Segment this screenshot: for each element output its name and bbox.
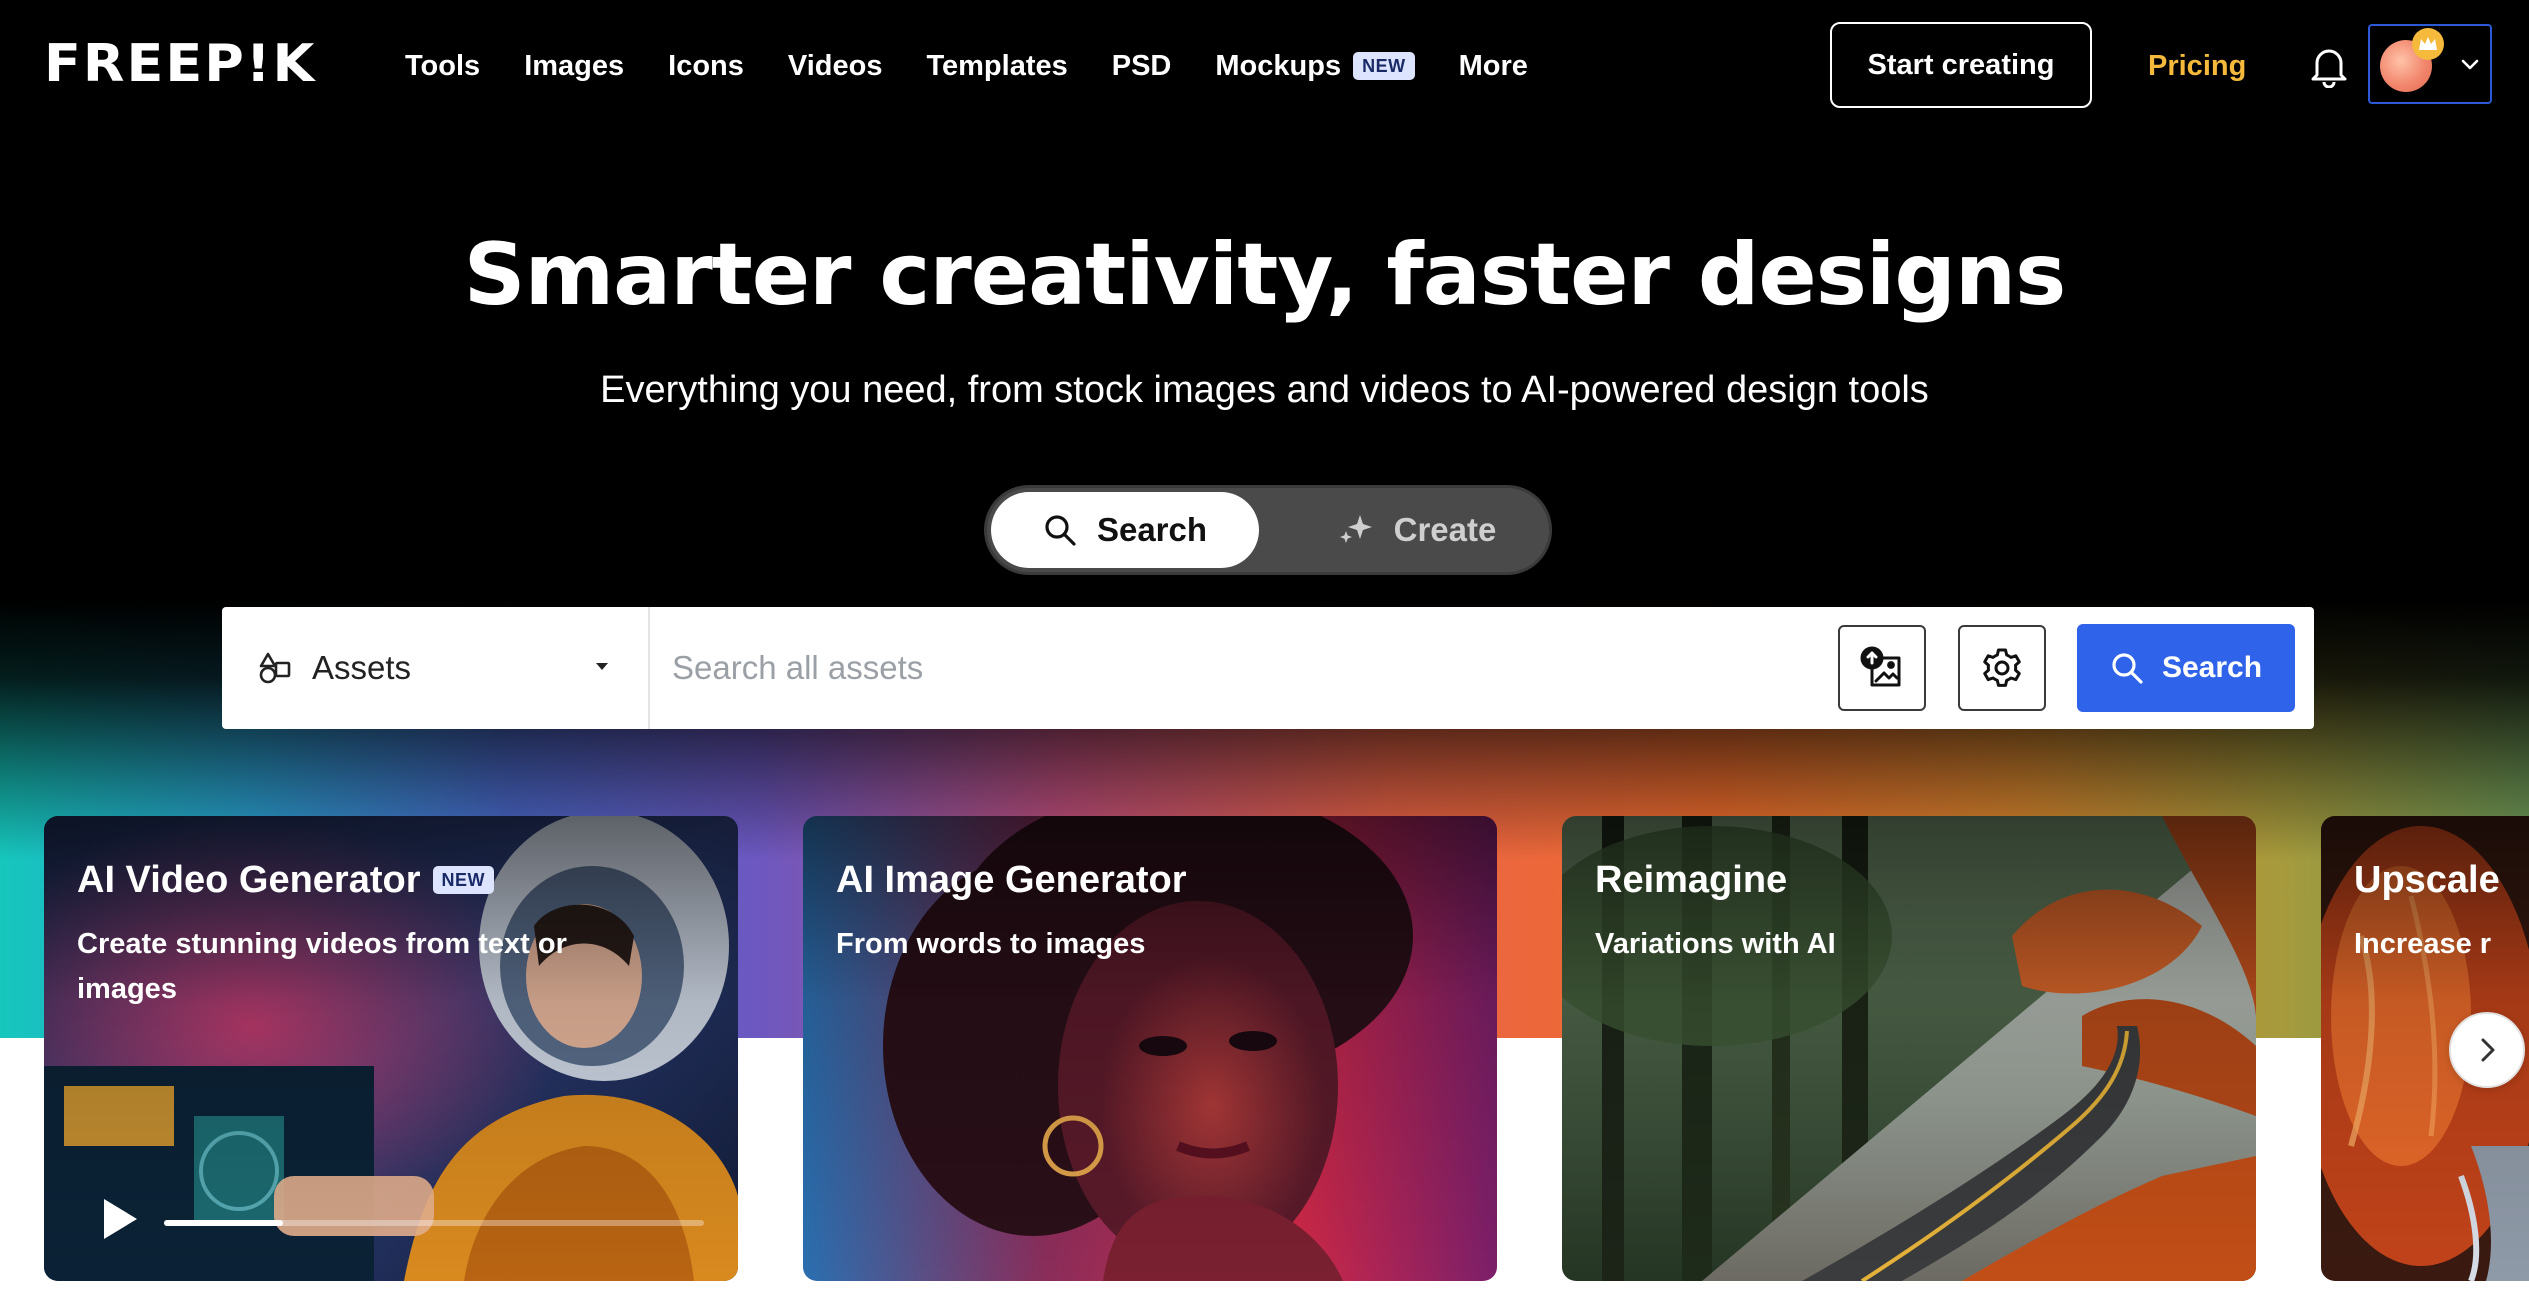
card-title: AI Video Generator NEW: [77, 856, 495, 904]
card-description: Increase r: [2354, 928, 2492, 960]
hero-subtitle: Everything you need, from stock images a…: [600, 369, 1929, 411]
start-creating-button[interactable]: Start creating: [1830, 22, 2092, 108]
nav-links: Tools Images Icons Videos Templates PSD …: [405, 42, 1572, 90]
nav-images-label: Images: [524, 50, 625, 82]
hero-title: Smarter creativity, faster designs: [463, 225, 2067, 325]
tab-create[interactable]: Create: [1297, 492, 1537, 568]
image-upload-icon: [1860, 646, 1901, 687]
card-title: AI Image Generator: [836, 856, 1187, 904]
caret-down-icon: [596, 663, 608, 670]
nav-icons-label: Icons: [668, 50, 744, 82]
nav-templates[interactable]: Templates: [926, 42, 1067, 90]
account-menu[interactable]: [2368, 24, 2492, 104]
nav-videos-label: Videos: [787, 50, 883, 82]
search-icon: [2112, 653, 2143, 684]
card-description: Create stunning videos from text or imag…: [77, 928, 567, 1005]
card-description: From words to images: [836, 928, 1146, 960]
nav-icons[interactable]: Icons: [668, 42, 744, 90]
card-description: Variations with AI: [1595, 928, 1836, 960]
freepik-logo[interactable]: FREEP!K: [44, 38, 316, 89]
tab-create-label: Create: [1393, 511, 1497, 548]
card-ai-image-generator[interactable]: AI Image Generator From words to images: [803, 816, 1497, 1281]
carousel-next-button[interactable]: [2449, 1012, 2525, 1088]
chevron-down-icon: [2458, 52, 2482, 76]
card-title-text: Reimagine: [1595, 859, 1788, 901]
nav-psd[interactable]: PSD: [1112, 42, 1172, 90]
tab-search-label: Search: [1096, 511, 1208, 548]
pricing-link[interactable]: Pricing: [2148, 42, 2246, 90]
card-title-text: Upscale: [2354, 859, 2500, 901]
image-search-button[interactable]: [1838, 625, 1926, 711]
chevron-right-icon: [2481, 1038, 2495, 1062]
search-button-label: Search: [2161, 651, 2263, 684]
nav-psd-label: PSD: [1111, 50, 1172, 82]
search-settings-button[interactable]: [1958, 625, 2046, 711]
mode-toggle: Search Create: [984, 485, 1552, 575]
search-icon: [1045, 515, 1076, 546]
search-bar: Assets Search: [222, 607, 2314, 729]
nav-images[interactable]: Images: [524, 42, 624, 90]
nav-videos[interactable]: Videos: [788, 42, 883, 90]
nav-mockups-label: Mockups: [1215, 50, 1342, 82]
nav-templates-label: Templates: [926, 50, 1068, 82]
search-input[interactable]: [672, 637, 2022, 699]
card-title-text: AI Image Generator: [836, 859, 1187, 901]
asset-type-label: Assets: [312, 649, 412, 686]
card-title: Upscale: [2354, 856, 2500, 904]
card-title-text: AI Video Generator: [77, 859, 421, 901]
card-reimagine[interactable]: Reimagine Variations with AI: [1562, 816, 2256, 1281]
tab-search[interactable]: Search: [991, 492, 1259, 568]
nav-more-label: More: [1458, 50, 1528, 82]
crown-icon: [2412, 28, 2444, 60]
nav-tools-label: Tools: [405, 50, 481, 82]
bell-icon[interactable]: [2308, 44, 2350, 89]
nav-more[interactable]: More: [1459, 42, 1528, 90]
shapes-icon: [259, 652, 291, 684]
nav-mockups[interactable]: Mockups NEW: [1215, 42, 1415, 90]
gear-icon: [1983, 648, 2021, 687]
card-ai-video-generator[interactable]: AI Video Generator NEW Create stunning v…: [44, 816, 738, 1281]
video-progress-fill: [164, 1220, 283, 1226]
nav-tools[interactable]: Tools: [405, 42, 480, 90]
new-badge: NEW: [432, 866, 495, 894]
card-title: Reimagine: [1595, 856, 1787, 904]
new-badge: NEW: [1353, 52, 1415, 80]
play-icon[interactable]: [100, 1196, 140, 1242]
asset-type-dropdown[interactable]: Assets: [222, 607, 650, 729]
video-progress-bar[interactable]: [164, 1220, 704, 1226]
search-button[interactable]: Search: [2077, 624, 2295, 712]
sparkle-icon: [1339, 515, 1372, 543]
top-nav: FREEP!K Tools Images Icons Videos Templa…: [0, 0, 2529, 130]
